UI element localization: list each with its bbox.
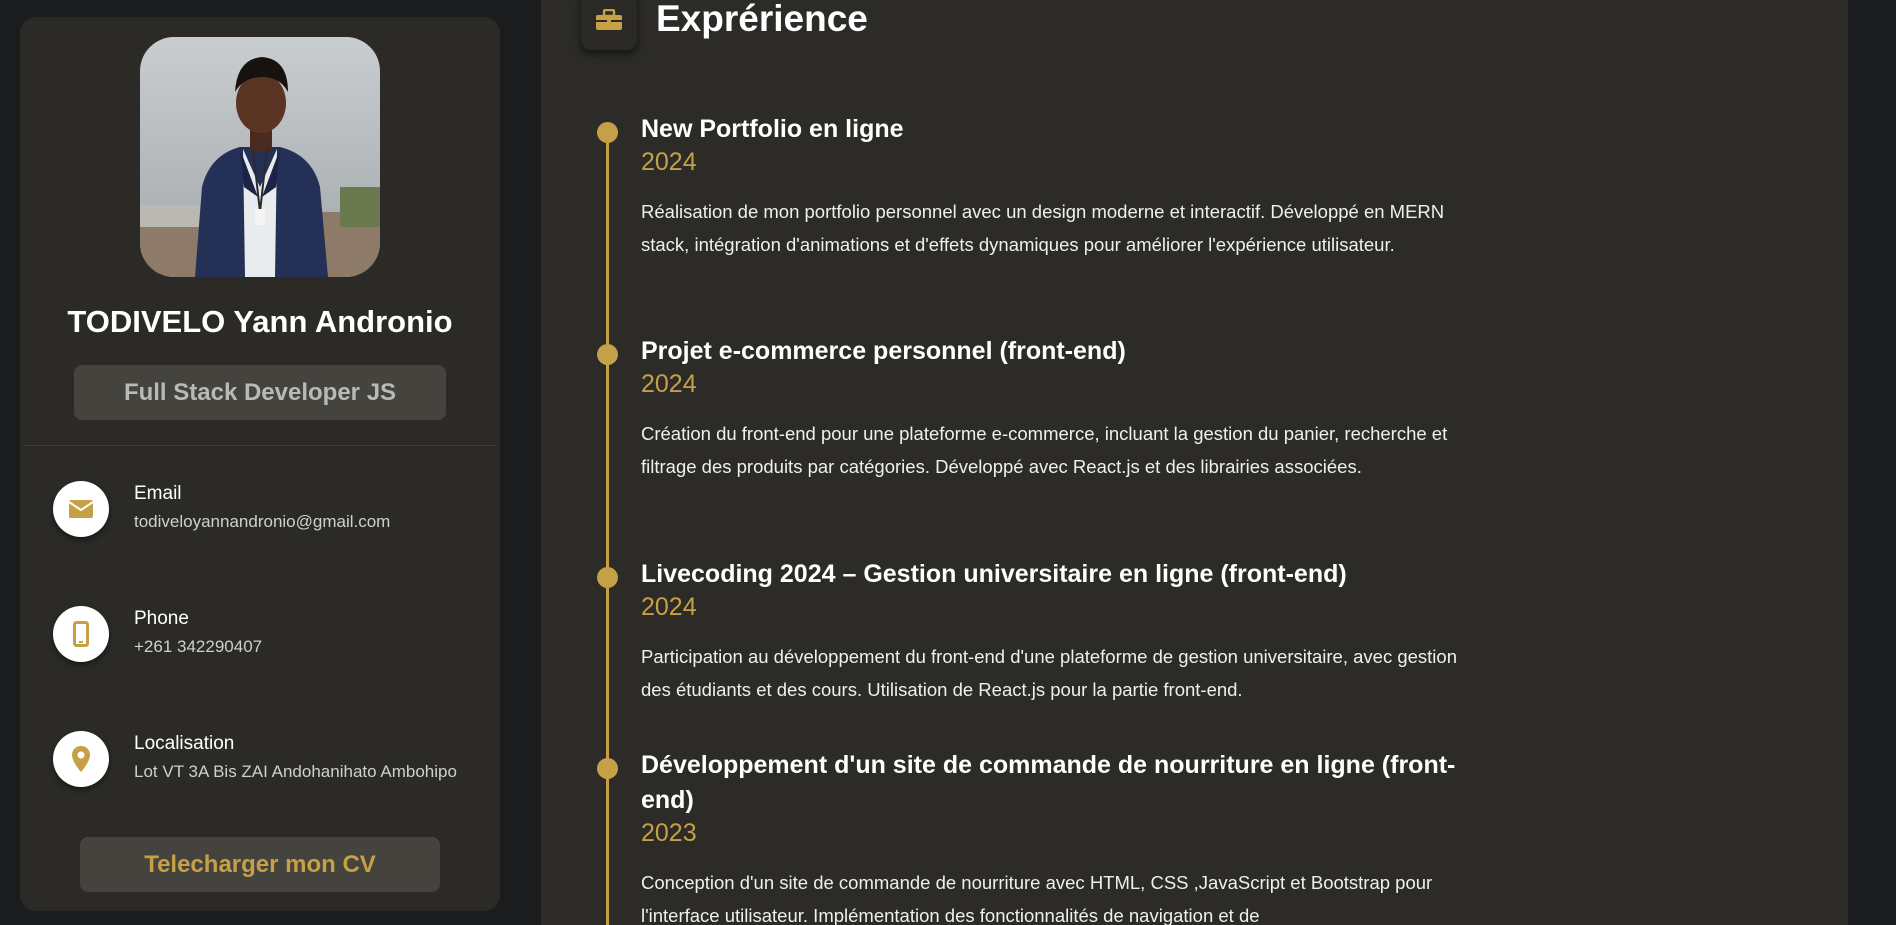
timeline-item-title: New Portfolio en ligne [641, 115, 904, 143]
contact-phone: Phone +261 342290407 [53, 606, 493, 666]
location-pin-icon [53, 731, 109, 787]
briefcase-icon [581, 0, 637, 50]
avatar [140, 37, 380, 277]
role-badge: Full Stack Developer JS [74, 365, 446, 420]
timeline-line [606, 128, 609, 925]
timeline-item-description: Création du front-end pour une plateform… [641, 423, 1448, 477]
timeline-item-title: Développement d'un site de commande de n… [641, 751, 1456, 814]
profile-name: TODIVELO Yann Andronio [67, 304, 453, 339]
contact-location-value: Lot VT 3A Bis ZAI Andohanihato Ambohipo [134, 762, 457, 781]
avatar-photo [140, 37, 380, 277]
timeline-item-description: Participation au développement du front-… [641, 646, 1457, 700]
contact-phone-title: Phone [134, 608, 189, 629]
contact-location: Localisation Lot VT 3A Bis ZAI Andohanih… [53, 731, 493, 791]
timeline-item-title: Livecoding 2024 – Gestion universitaire … [641, 560, 1347, 588]
download-cv-button[interactable]: Telecharger mon CV [80, 837, 440, 892]
timeline-dot [597, 344, 618, 365]
profile-sidebar: TODIVELO Yann Andronio Full Stack Develo… [20, 17, 500, 911]
envelope-icon [53, 481, 109, 537]
timeline-item-year: 2024 [641, 593, 697, 621]
page: TODIVELO Yann Andronio Full Stack Develo… [0, 0, 1896, 925]
timeline-item-title: Projet e-commerce personnel (front-end) [641, 337, 1126, 365]
timeline-item-description: Réalisation de mon portfolio personnel a… [641, 201, 1445, 255]
timeline-item-year: 2023 [641, 819, 697, 847]
experience-section: Exprérience New Portfolio en ligne 2024 … [541, 0, 1848, 925]
sidebar-divider [24, 445, 496, 446]
timeline-dot [597, 122, 618, 143]
timeline-item-year: 2024 [641, 148, 697, 176]
timeline-item-description: Conception d'un site de commande de nour… [641, 872, 1433, 925]
timeline-item-year: 2024 [641, 370, 697, 398]
contact-phone-value[interactable]: +261 342290407 [134, 637, 262, 657]
contact-email-title: Email [134, 483, 182, 504]
contact-email-value[interactable]: todiveloyannandronio@gmail.com [134, 512, 390, 532]
phone-icon [53, 606, 109, 662]
timeline-dot [597, 758, 618, 779]
section-title: Exprérience [656, 0, 868, 39]
timeline-dot [597, 567, 618, 588]
contact-email: Email todiveloyannandronio@gmail.com [53, 481, 493, 541]
contact-location-title: Localisation [134, 733, 235, 754]
